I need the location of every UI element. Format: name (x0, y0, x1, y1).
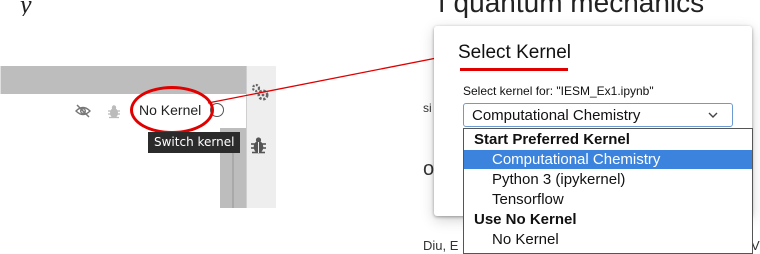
chevron-down-icon (708, 112, 718, 118)
cropped-text-fragment: y (20, 0, 32, 16)
kernel-select-value: Computational Chemistry (472, 107, 641, 124)
title-underline-annotation (460, 68, 568, 71)
notebook-text-fragment: si (423, 101, 432, 115)
notebook-heading: f quantum mechanics (438, 0, 705, 18)
option-group-no-kernel: Use No Kernel (474, 211, 577, 228)
option-no-kernel[interactable]: No Kernel (464, 230, 752, 249)
bug-icon[interactable] (107, 104, 121, 119)
eye-off-icon[interactable] (75, 103, 91, 119)
option-group-start-preferred: Start Preferred Kernel (474, 131, 630, 148)
option-python3-ipykernel[interactable]: Python 3 (ipykernel) (464, 170, 752, 189)
option-computational-chemistry[interactable]: Computational Chemistry (464, 150, 752, 169)
tab-bar-background (0, 66, 246, 94)
switch-kernel-tooltip: Switch kernel (148, 132, 241, 153)
kernel-dropdown-list: Start Preferred Kernel Computational Che… (463, 128, 753, 254)
option-tensorflow[interactable]: Tensorflow (464, 190, 752, 209)
gear-icon[interactable] (250, 82, 270, 102)
notebook-text-fragment: o (423, 158, 435, 180)
bug-icon[interactable] (250, 136, 267, 154)
highlight-annotation (130, 86, 214, 134)
kernel-select[interactable]: Computational Chemistry (463, 103, 733, 127)
notebook-footer-text: Diu, E (423, 238, 459, 253)
dialog-title: Select Kernel (458, 42, 572, 63)
kernel-select-label: Select kernel for: "IESM_Ex1.ipynb" (463, 84, 654, 98)
